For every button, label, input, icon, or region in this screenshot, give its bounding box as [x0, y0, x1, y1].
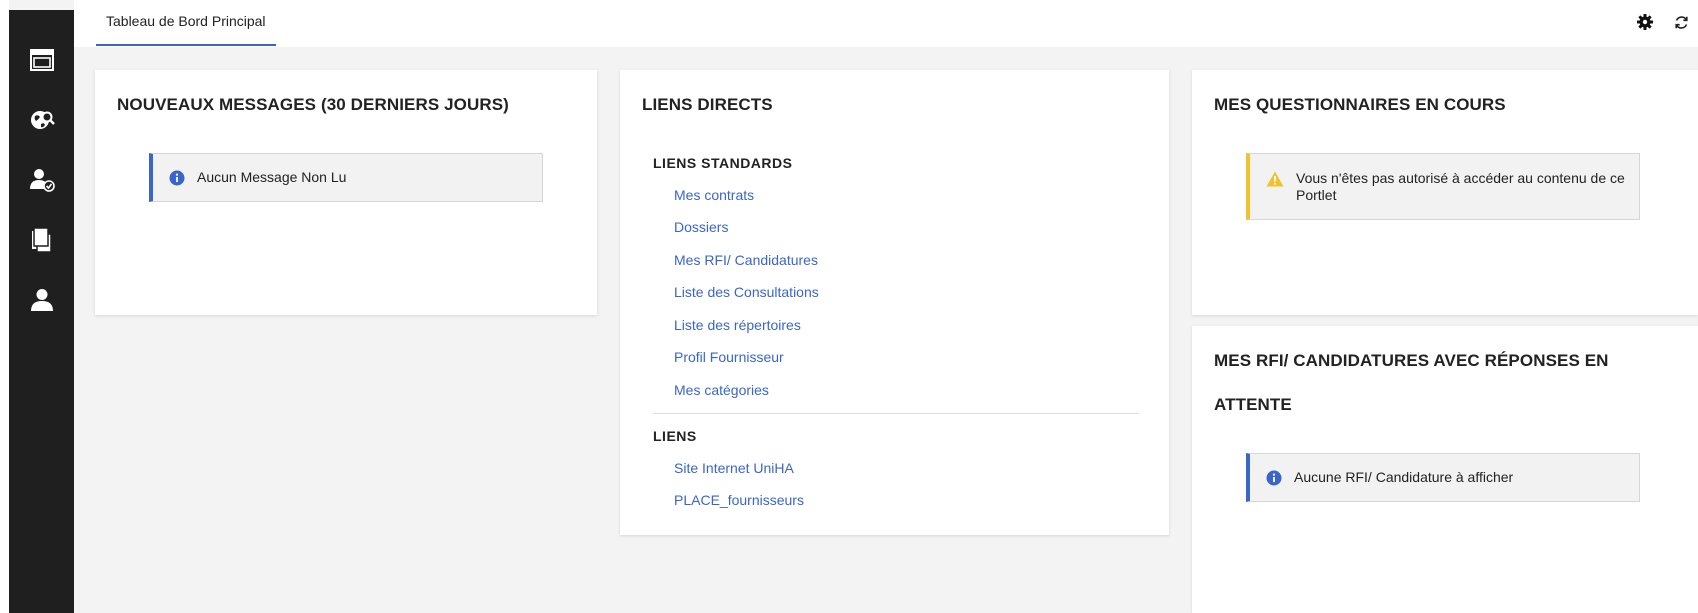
no-messages-text: Aucun Message Non Lu [197, 169, 347, 185]
not-authorized-text: Vous n'êtes pas autorisé à accéder au co… [1296, 170, 1625, 203]
no-rfi-notice: Aucune RFI/ Candidature à afficher [1246, 453, 1640, 502]
link-mes-rfi-candidatures[interactable]: Mes RFI/ Candidatures [674, 252, 818, 268]
no-rfi-text: Aucune RFI/ Candidature à afficher [1294, 469, 1514, 485]
top-bar: Tableau de Bord Principal [74, 0, 1698, 47]
link-mes-categories[interactable]: Mes catégories [674, 382, 769, 398]
dashboard-icon [29, 49, 54, 71]
left-edge [0, 0, 9, 613]
standard-links-heading: LIENS STANDARDS [653, 155, 793, 171]
tab-active-indicator [96, 44, 276, 46]
warning-icon [1266, 171, 1284, 187]
rfi-pending-title-line2: ATTENTE [1214, 395, 1292, 414]
link-profil-fournisseur[interactable]: Profil Fournisseur [674, 349, 784, 365]
settings-button[interactable] [1634, 11, 1656, 33]
other-links-heading: LIENS [653, 428, 697, 444]
rfi-pending-title-line1: MES RFI/ CANDIDATURES AVEC RÉPONSES EN [1214, 351, 1609, 370]
tab-main-dashboard[interactable]: Tableau de Bord Principal [96, 0, 276, 47]
tab-label: Tableau de Bord Principal [106, 13, 266, 29]
sidebar [9, 10, 74, 613]
link-liste-repertoires[interactable]: Liste des répertoires [674, 317, 801, 333]
rfi-pending-card: MES RFI/ CANDIDATURES AVEC RÉPONSES EN A… [1192, 326, 1698, 613]
questionnaires-card: MES QUESTIONNAIRES EN COURS Vous n'êtes … [1192, 70, 1698, 315]
info-icon [1266, 470, 1282, 485]
link-site-uniha[interactable]: Site Internet UniHA [674, 460, 794, 476]
not-authorized-notice: Vous n'êtes pas autorisé à accéder au co… [1246, 153, 1640, 220]
link-dossiers[interactable]: Dossiers [674, 219, 728, 235]
link-liste-consultations[interactable]: Liste des Consultations [674, 284, 819, 300]
no-messages-notice: Aucun Message Non Lu [149, 153, 543, 202]
link-mes-contrats[interactable]: Mes contrats [674, 187, 754, 203]
questionnaires-title: MES QUESTIONNAIRES EN COURS [1214, 95, 1506, 114]
messages-card-title: NOUVEAUX MESSAGES (30 DERNIERS JOURS) [117, 95, 509, 114]
user-check-icon [29, 169, 55, 192]
sidebar-item-profile[interactable] [9, 280, 74, 320]
gear-icon [1637, 14, 1653, 30]
sidebar-item-dashboard[interactable] [9, 40, 74, 80]
direct-links-card: LIENS DIRECTS LIENS STANDARDS Mes contra… [620, 70, 1169, 535]
sidebar-item-search-global[interactable] [9, 100, 74, 140]
documents-icon [31, 227, 52, 253]
sidebar-item-user-validation[interactable] [9, 160, 74, 200]
links-divider [653, 413, 1139, 414]
user-icon [30, 289, 53, 311]
direct-links-title: LIENS DIRECTS [642, 95, 773, 114]
refresh-button[interactable] [1670, 11, 1692, 33]
globe-search-icon [30, 111, 55, 129]
messages-card: NOUVEAUX MESSAGES (30 DERNIERS JOURS) Au… [95, 70, 597, 315]
link-place-fournisseurs[interactable]: PLACE_fournisseurs [674, 492, 804, 508]
refresh-icon [1674, 15, 1688, 29]
info-icon [169, 170, 185, 185]
sidebar-item-documents[interactable] [9, 220, 74, 260]
